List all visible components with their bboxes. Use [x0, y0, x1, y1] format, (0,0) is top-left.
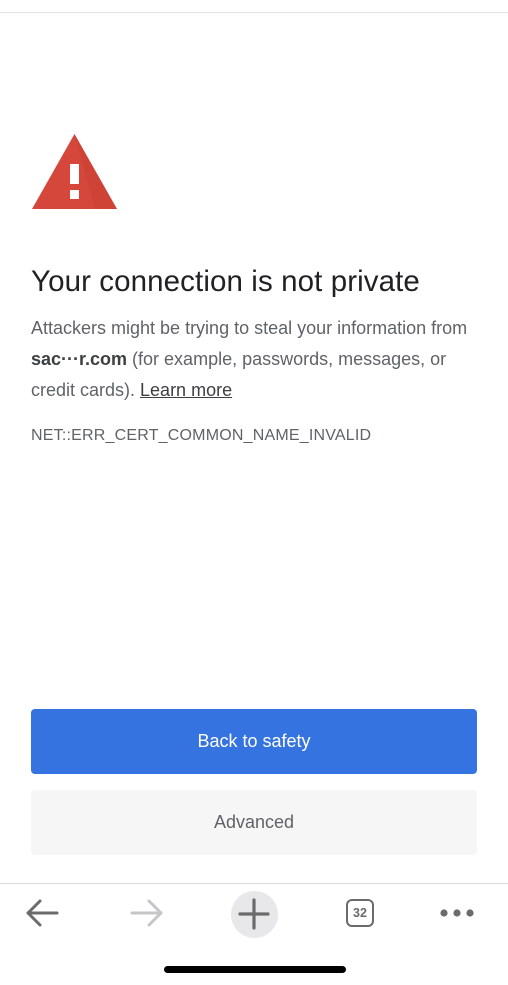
- back-button[interactable]: [12, 884, 72, 942]
- more-menu-icon: [440, 909, 474, 917]
- advanced-button[interactable]: Advanced: [31, 790, 477, 855]
- error-code: NET::ERR_CERT_COMMON_NAME_INVALID: [31, 427, 372, 444]
- top-divider: [0, 12, 508, 13]
- description-prefix: Attackers might be trying to steal your …: [31, 318, 468, 338]
- warning-description: Attackers might be trying to steal your …: [31, 313, 486, 406]
- back-to-safety-button[interactable]: Back to safety: [31, 709, 477, 774]
- site-domain: sac···r.com: [31, 349, 128, 369]
- browser-screen: Your connection is not private Attackers…: [0, 0, 508, 985]
- page-title: Your connection is not private: [31, 265, 420, 298]
- warning-triangle-icon: [32, 134, 117, 209]
- new-tab-button[interactable]: [226, 884, 282, 942]
- tab-switcher-icon: 32: [346, 899, 374, 927]
- back-arrow-icon: [26, 899, 59, 927]
- forward-arrow-icon: [130, 899, 163, 927]
- new-tab-circle: [230, 890, 278, 938]
- plus-icon: [238, 898, 270, 930]
- more-menu-button[interactable]: [427, 884, 487, 942]
- learn-more-link[interactable]: Learn more: [140, 380, 232, 400]
- tab-switcher-button[interactable]: 32: [330, 884, 390, 942]
- tab-count: 32: [353, 906, 367, 920]
- forward-button[interactable]: [117, 884, 177, 942]
- home-indicator[interactable]: [164, 966, 346, 973]
